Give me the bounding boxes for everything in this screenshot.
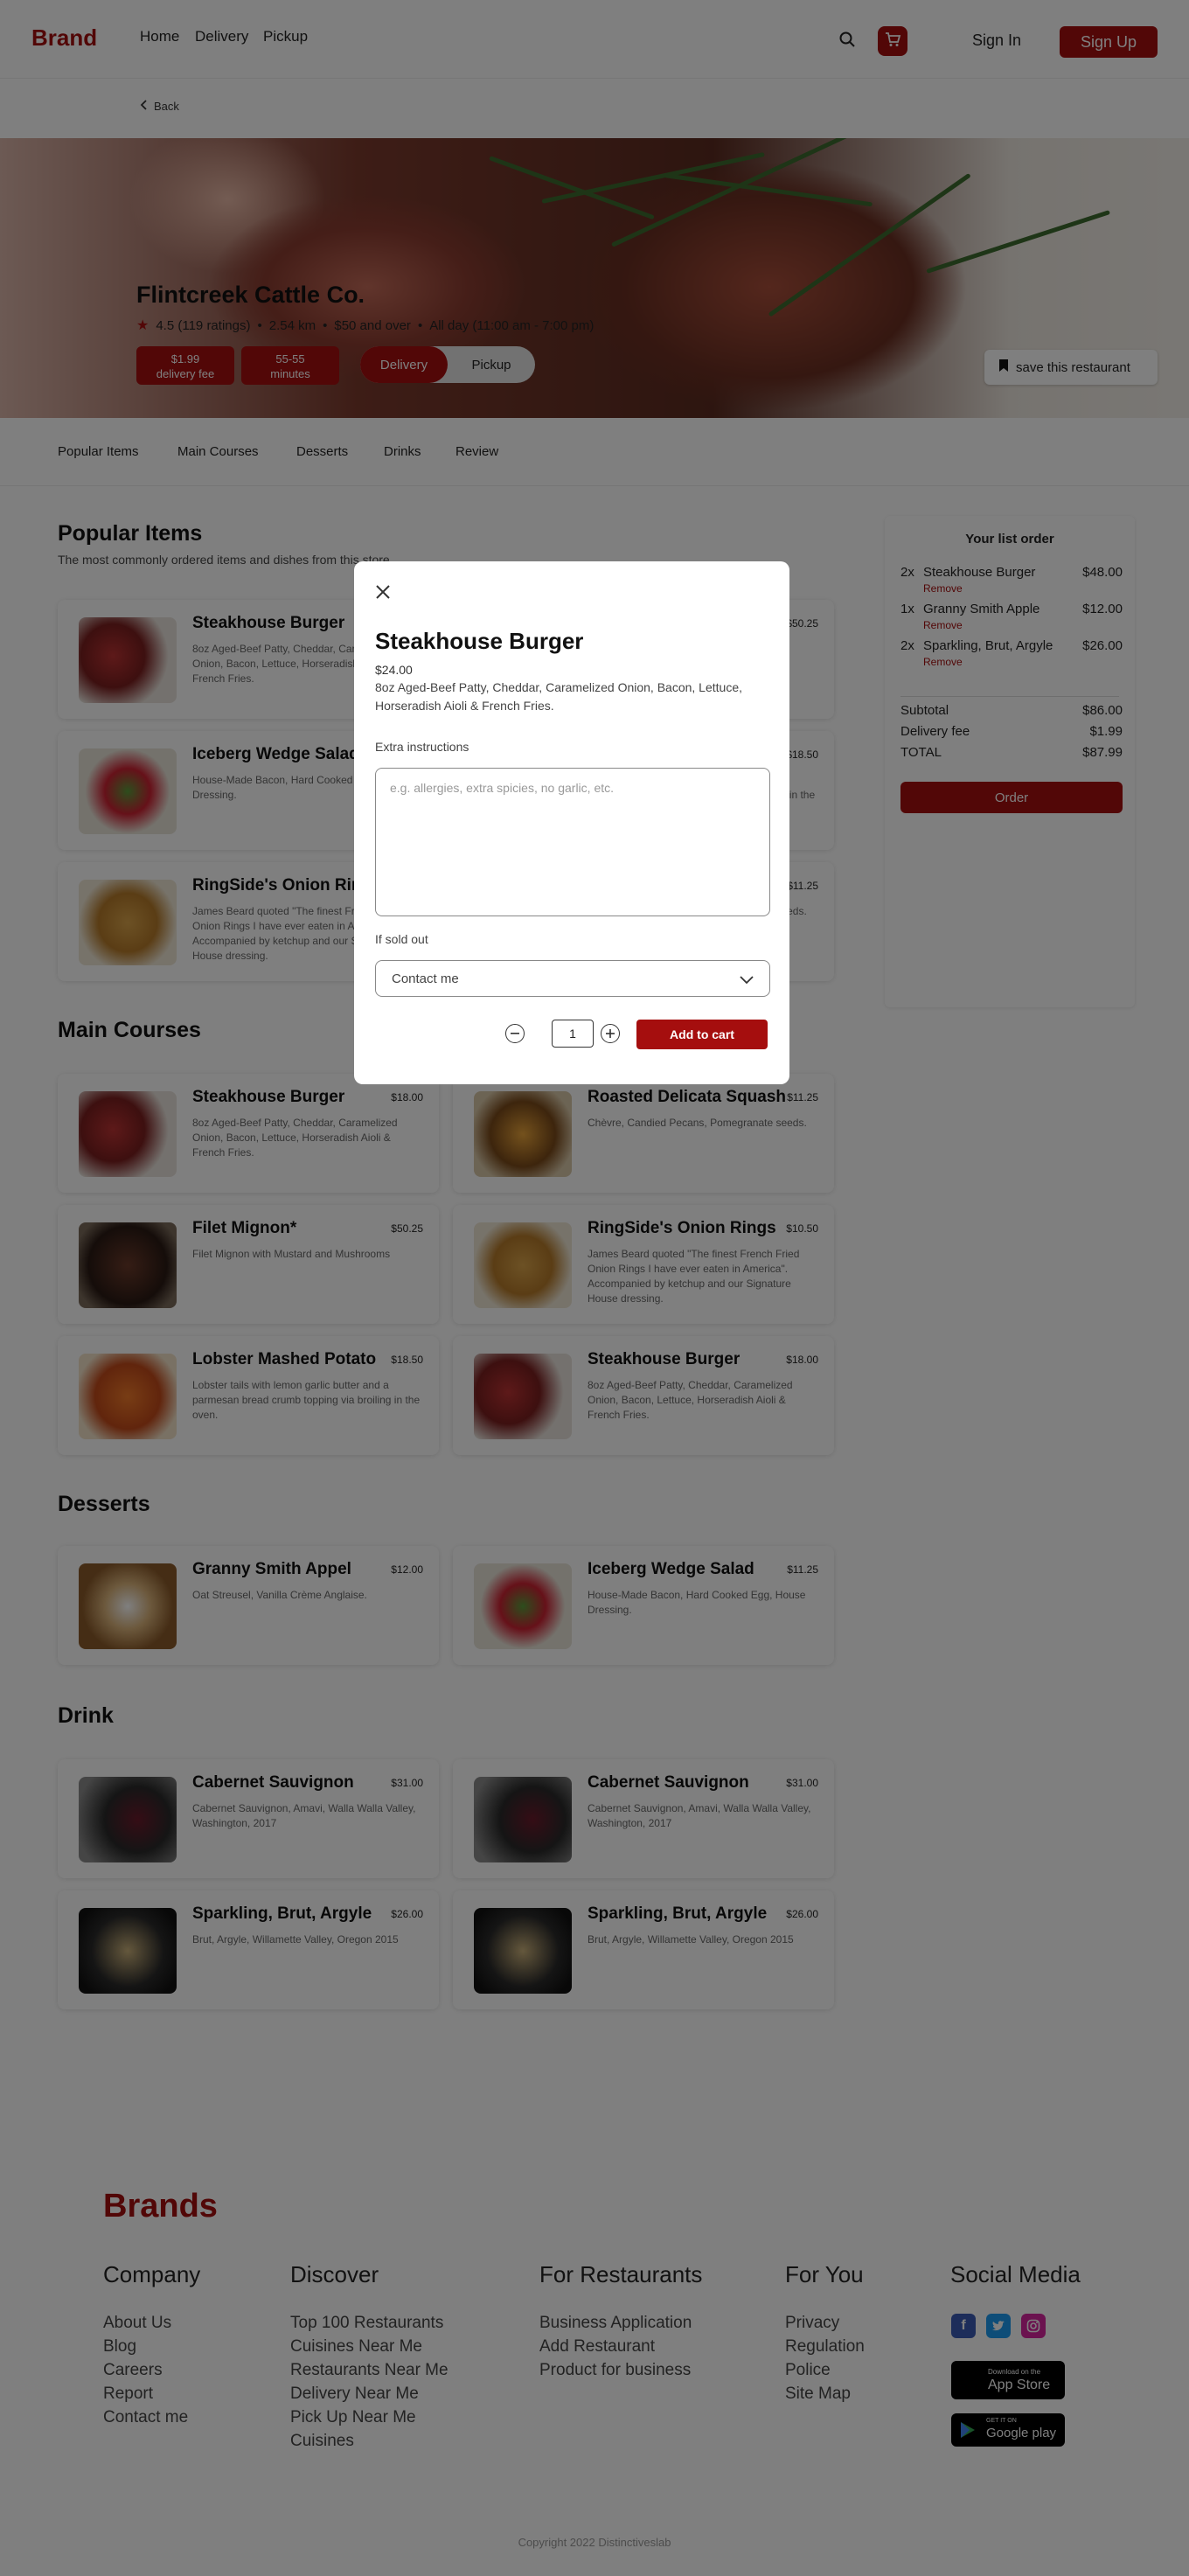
modal-title: Steakhouse Burger	[375, 628, 584, 654]
increase-quantity-button[interactable]	[601, 1024, 620, 1043]
modal-backdrop[interactable]	[0, 0, 1189, 2576]
sold-out-select[interactable]: Contact me	[375, 960, 770, 997]
decrease-quantity-button[interactable]	[505, 1024, 525, 1043]
add-to-cart-button[interactable]: Add to cart	[636, 1020, 768, 1049]
extra-instructions-label: Extra instructions	[375, 740, 469, 754]
add-item-modal: Steakhouse Burger $24.00 8oz Aged-Beef P…	[354, 561, 789, 1084]
extra-instructions-input[interactable]	[375, 768, 770, 916]
quantity-field[interactable]: 1	[552, 1020, 594, 1048]
close-icon[interactable]	[375, 584, 393, 602]
modal-price: $24.00	[375, 663, 413, 677]
chevron-down-icon	[740, 973, 754, 988]
sold-out-label: If sold out	[375, 932, 428, 946]
modal-description: 8oz Aged-Beef Patty, Cheddar, Caramelize…	[375, 680, 742, 713]
